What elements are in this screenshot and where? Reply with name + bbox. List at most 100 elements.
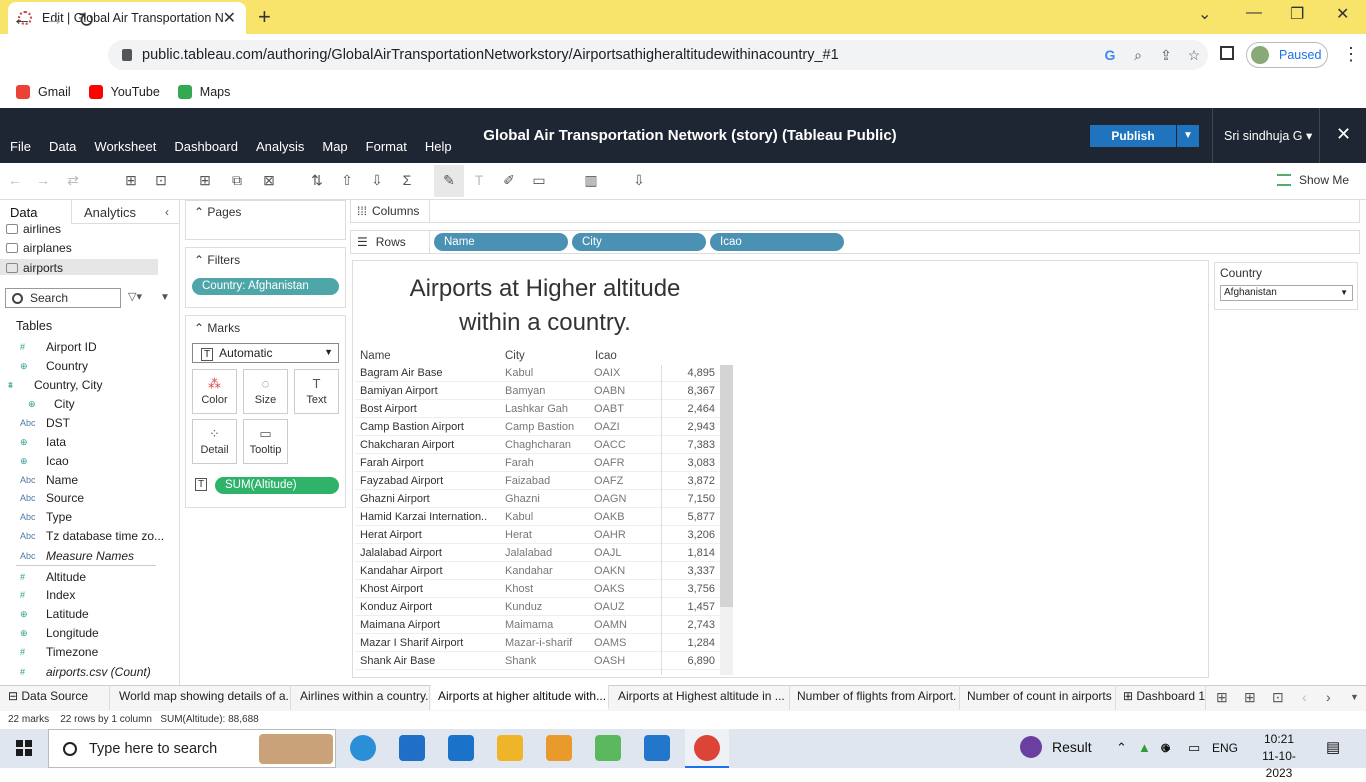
header-name[interactable]: Name [360,350,391,362]
table-row[interactable]: Konduz Airport Kunduz OAUZ 1,457 [355,598,733,616]
measure-item[interactable]: # airports.csv (Count) [20,664,151,680]
tab-data-source[interactable]: ⊟ Data Source [0,685,110,710]
replay-icon[interactable]: ⇄ [62,172,84,190]
mark-type-select[interactable]: T Automatic ▼ [192,343,339,363]
app-icon[interactable] [546,735,572,761]
collapse-pane-icon[interactable]: ‹ [165,205,169,219]
table-row[interactable]: Fayzabad Airport Faizabad OAFZ 3,872 [355,472,733,490]
new-worksheet-tab-icon[interactable]: ⊞ [1216,689,1228,706]
table-row[interactable]: Shank Air Base Shank OASH 6,890 [355,652,733,670]
forward-icon[interactable]: → [44,8,64,31]
color-button[interactable]: ⁂ Color [192,369,237,414]
volume-icon[interactable]: 🕪 [1162,740,1170,756]
presentation-icon[interactable]: ▥ [580,172,602,190]
menu-data[interactable]: Data [49,139,76,154]
menu-file[interactable]: File [10,139,31,154]
field-item[interactable]: Abc Name [20,472,78,488]
side-panel-icon[interactable] [1220,46,1234,60]
redo-icon[interactable]: → [32,172,54,190]
show-me-button[interactable]: Show Me [1277,173,1349,187]
table-row[interactable]: Herat Airport Herat OAHR 3,206 [355,526,733,544]
tab-airlines-country[interactable]: Airlines within a country. [292,685,430,710]
zoom-icon[interactable]: ⌕ [1124,47,1152,64]
source-airports[interactable]: airports [6,261,63,275]
share-view-icon[interactable]: ⇩ [628,172,650,190]
table-row[interactable]: Camp Bastion Airport Camp Bastion OAZI 2,94… [355,418,733,436]
bookmark-gmail[interactable]: Gmail [16,85,71,99]
measure-item[interactable]: ⊕ Longitude [20,625,99,641]
table-row[interactable]: Hamid Karzai Internation.. Kabul OAKB 5,877 [355,508,733,526]
table-row[interactable]: Khost Airport Khost OAKS 3,756 [355,580,733,598]
new-dashboard-tab-icon[interactable]: ⊞ [1244,689,1256,706]
table-row[interactable]: Farah Airport Farah OAFR 3,083 [355,454,733,472]
taskbar-search[interactable]: Type here to search [48,729,336,768]
tab-count-airports[interactable]: Number of count in airports [960,685,1116,710]
sort-ascending-icon[interactable]: ⇧ [336,172,358,190]
table-row[interactable]: Bagram Air Base Kabul OAIX 4,895 [355,364,733,382]
measure-item[interactable]: # Altitude [20,569,86,585]
field-search-input[interactable]: Search [5,288,121,308]
source-airlines[interactable]: airlines [6,222,61,236]
scroll-tabs-right-icon[interactable]: › [1326,689,1331,705]
highlight-icon[interactable]: ✎ [438,172,460,190]
field-item[interactable]: # Airport ID [20,339,97,355]
share-icon[interactable]: ⇪ [1152,47,1180,64]
filter-fields-icon[interactable]: ▽▾ [128,290,142,303]
field-item[interactable]: Abc DST [20,415,70,431]
menu-dashboard[interactable]: Dashboard [174,139,238,154]
clock[interactable]: 10:21 11-10-2023 [1256,731,1302,782]
vscode-icon[interactable] [644,735,670,761]
file-explorer-icon[interactable] [497,735,523,761]
menu-format[interactable]: Format [366,139,407,154]
tray-drive-icon[interactable]: ▲ [1138,740,1151,755]
field-item[interactable]: Abc Measure Names [20,548,134,564]
measure-item[interactable]: ⊕ Latitude [20,606,89,622]
new-tab-icon[interactable]: + [258,4,271,30]
table-row[interactable]: Chakcharan Airport Chaghcharan OACC 7,383 [355,436,733,454]
tab-airports-higher-altitude[interactable]: Airports at higher altitude with... [431,685,609,710]
bookmark-maps[interactable]: Maps [177,85,230,99]
row-pill-city[interactable]: City [572,233,706,251]
field-item[interactable]: Abc Source [20,490,84,506]
edge-icon[interactable] [350,735,376,761]
tab-number-of-flights[interactable]: Number of flights from Airport. [790,685,960,710]
duplicate-sheet-icon[interactable]: ⧉ [226,172,248,190]
size-button[interactable]: ◌ Size [243,369,288,414]
marks-card-header[interactable]: ⌃ Marks [194,321,240,335]
table-row[interactable]: Bost Airport Lashkar Gah OABT 2,464 [355,400,733,418]
source-airplanes[interactable]: airplanes [6,241,72,255]
marks-pill-altitude[interactable]: SUM(Altitude) [215,477,339,494]
columns-shelf[interactable]: ⁞⁞⁞ Columns [350,199,1360,223]
back-icon[interactable]: ← [12,8,32,31]
new-story-tab-icon[interactable]: ⊡ [1272,689,1284,706]
field-item[interactable]: ⊕ City [28,396,75,412]
row-pill-icao[interactable]: Icao [710,233,844,251]
tab-dashboard-1[interactable]: ⊞ Dashboard 1 [1116,685,1206,710]
fit-icon[interactable]: ▭ [528,172,550,190]
measure-item[interactable]: # Timezone [20,644,98,660]
sort-descending-icon[interactable]: ⇩ [366,172,388,190]
games-icon[interactable] [595,735,621,761]
menu-worksheet[interactable]: Worksheet [94,139,156,154]
tab-airports-highest-altitude[interactable]: Airports at Highest altitude in ... [610,685,790,710]
scroll-tabs-left-icon[interactable]: ‹ [1302,689,1307,705]
google-lens-icon[interactable]: G [1096,47,1124,63]
table-row[interactable]: Kandahar Airport Kandahar OAKN 3,337 [355,562,733,580]
store-icon[interactable] [399,735,425,761]
new-datasource-icon[interactable]: ⊞ [120,172,142,190]
windows-start-icon[interactable] [16,740,32,756]
table-row[interactable]: Bamiyan Airport Bamyan OABN 8,367 [355,382,733,400]
language-indicator[interactable]: ENG [1212,741,1238,755]
measure-item[interactable]: # Index [20,587,75,603]
close-editor-icon[interactable]: ✕ [1336,124,1351,145]
chrome-icon[interactable] [694,735,720,761]
totals-icon[interactable]: Σ [396,172,418,190]
address-bar[interactable]: public.tableau.com/authoring/GlobalAirTr… [108,40,1208,70]
detail-button[interactable]: ⁘ Detail [192,419,237,464]
field-item[interactable]: ⊕ Iata [20,434,66,450]
tab-search-chevron-icon[interactable]: ⌄ [1198,4,1211,24]
pause-updates-icon[interactable]: ⊡ [150,172,172,190]
field-item[interactable]: ⊕ Icao [20,453,69,469]
text-button[interactable]: T Text [294,369,339,414]
restore-icon[interactable]: ❐ [1290,4,1304,24]
